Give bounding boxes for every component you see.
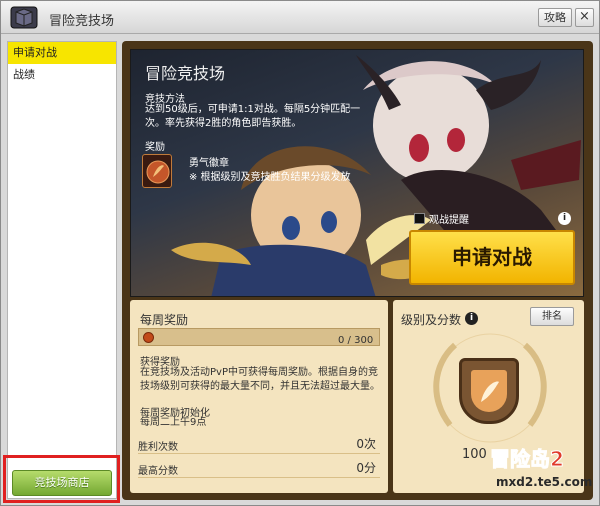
close-icon[interactable]: × [575, 8, 594, 27]
arena-banner: 冒险竞技场 竞技方法 达到50级后，可申请1:1对战。每隔5分钟匹配一次。率先获… [130, 49, 584, 297]
weekly-progress-text: 0 / 300 [338, 335, 374, 346]
guide-button[interactable]: 攻略 [538, 8, 572, 27]
spectate-checkbox[interactable] [414, 212, 425, 224]
obtain-reward-text: 在竞技场及活动PvP中可获得每周奖励。根据自身的竞技场级别可获得的最大量不同，并… [140, 367, 380, 392]
best-score-label: 最高分数 [138, 466, 178, 477]
ranking-button[interactable]: 排名 [530, 307, 574, 326]
info-icon[interactable]: i [558, 212, 571, 225]
medal-description: ※ 根据级别及竞技胜负结果分级发放 [189, 172, 351, 183]
method-text: 达到50级后，可申请1:1对战。每隔5分钟匹配一次。率先获得2胜的角色即告获胜。 [145, 104, 361, 129]
rank-leaf-icon [471, 370, 507, 412]
arena-shop-button[interactable]: 竞技场商店 [12, 470, 112, 496]
medal-coin-icon [143, 332, 154, 343]
wins-row: 胜利次数 0次 [138, 434, 380, 454]
weekly-reset-text: 每周二上午9点 [140, 417, 207, 428]
arena-cube-icon [10, 6, 38, 29]
apply-battle-button[interactable]: 申请对战 [409, 230, 575, 285]
rank-title: 级别及分数 [401, 313, 462, 327]
medal-name: 勇气徽章 [189, 158, 229, 169]
best-score-row: 最高分数 0分 [138, 458, 380, 478]
title-bar: 冒险竞技场 攻略 × [1, 1, 599, 34]
courage-medal-icon [142, 154, 172, 188]
sidebar-item-record[interactable]: 战绩 [8, 64, 116, 86]
wins-value: 0次 [356, 437, 376, 451]
reward-title: 奖励 [145, 142, 165, 153]
rank-emblem-icon [459, 358, 519, 424]
spectate-label: 观战提醒 [429, 214, 469, 226]
banner-title: 冒险竞技场 [145, 64, 226, 83]
window-title: 冒险竞技场 [49, 14, 115, 29]
svg-text:mxd2.te5.com: mxd2.te5.com [496, 475, 592, 489]
rank-info-icon[interactable]: i [465, 312, 478, 325]
wins-label: 胜利次数 [138, 442, 178, 453]
best-score-value: 0分 [356, 461, 376, 475]
svg-text:冒险岛2: 冒险岛2 [490, 447, 564, 471]
sidebar-item-apply-battle[interactable]: 申请对战 [8, 42, 116, 64]
site-watermark-logo: 冒险岛2 mxd2.te5.com [490, 447, 593, 490]
spectate-reminder: 观战提醒 [414, 210, 469, 226]
weekly-reward-title: 每周奖励 [140, 313, 189, 327]
sidebar: 申请对战 战绩 [7, 41, 117, 499]
